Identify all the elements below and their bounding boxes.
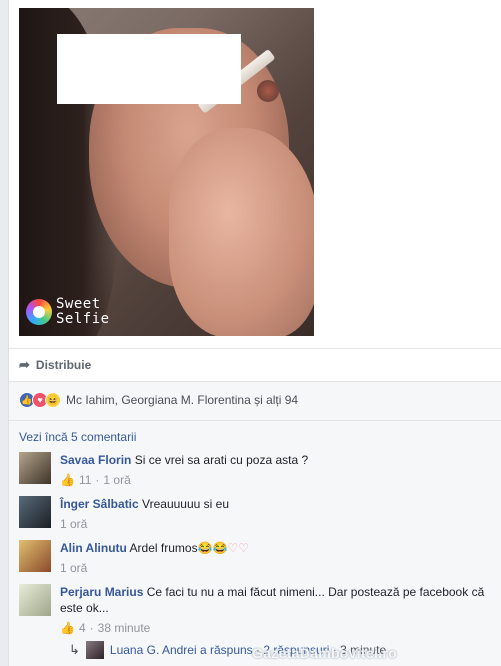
sweet-selfie-logo-icon — [26, 299, 52, 325]
badge-line-2: Selfie — [56, 311, 110, 327]
comment-text: Vreauuuuu si eu — [142, 497, 229, 511]
share-button[interactable]: ➦ Distribuie — [19, 357, 91, 373]
reply-arrow-icon: ↳ — [69, 642, 80, 657]
comment-meta: 1 oră — [60, 516, 493, 532]
comment-meta: 👍 11 · 1 oră — [60, 472, 493, 488]
photo-cigarette-tip — [257, 80, 279, 102]
reply-avatar — [85, 641, 104, 659]
avatar[interactable] — [19, 540, 51, 572]
comment-time[interactable]: 38 minute — [98, 620, 151, 636]
post-photo[interactable]: Sweet Selfie — [19, 8, 314, 336]
comment: Alin Alinutu Ardel frumos😂😂♡♡ 1 oră — [19, 540, 493, 576]
comment-meta: 👍 4 · 38 minute — [60, 620, 493, 636]
share-arrow-icon: ➦ — [19, 357, 30, 372]
like-thumb-icon: 👍 — [60, 621, 75, 635]
reply-author[interactable]: Luana G. Andrei a răspuns — [110, 643, 253, 657]
censor-box — [57, 34, 241, 104]
reactions-summary[interactable]: 👍 ♥ 😆 Mc Iahim, Georgiana M. Florentina … — [19, 392, 298, 408]
post-card: Sweet Selfie ➦ Distribuie 👍 ♥ 😆 Mc Iahim… — [8, 0, 501, 666]
avatar[interactable] — [19, 496, 51, 528]
comment-author-link[interactable]: Înger Sâlbatic — [60, 497, 139, 511]
comment-text: Si ce vrei sa arati cu poza asta ? — [134, 453, 309, 467]
avatar[interactable] — [19, 584, 51, 616]
comment-body: Alin Alinutu Ardel frumos😂😂♡♡ 1 oră — [60, 540, 493, 576]
like-count[interactable]: 11 — [79, 472, 91, 488]
comment-meta: 1 oră — [60, 560, 493, 576]
comment-time[interactable]: 1 oră — [103, 472, 130, 488]
meta-separator: · — [89, 621, 94, 635]
comment-body: Înger Sâlbatic Vreauuuuu si eu 1 oră — [60, 496, 493, 532]
comment: Savaa Florin Si ce vrei sa arati cu poza… — [19, 452, 493, 488]
photo-hand — [169, 128, 314, 336]
haha-icon: 😆 — [45, 392, 61, 408]
view-more-comments-link[interactable]: Vezi încă 5 comentarii — [19, 430, 136, 444]
avatar[interactable] — [19, 452, 51, 484]
reactions-text[interactable]: Mc Iahim, Georgiana M. Florentina și alț… — [66, 393, 298, 407]
like-thumb-icon: 👍 — [60, 473, 75, 487]
share-label: Distribuie — [35, 358, 92, 372]
comment-body: Perjaru Marius Ce faci tu nu a mai făcut… — [60, 584, 493, 636]
comment-emoji: 😂😂♡♡ — [197, 541, 249, 555]
site-watermark: GazetaDambovitei.ro — [252, 645, 397, 661]
comment-author-link[interactable]: Perjaru Marius — [60, 585, 143, 599]
badge-line-1: Sweet — [56, 296, 101, 312]
comment-time[interactable]: 1 oră — [60, 560, 87, 576]
meta-separator: · — [95, 473, 100, 487]
sweet-selfie-badge: Sweet Selfie — [26, 297, 110, 327]
divider — [9, 348, 501, 349]
comment: Perjaru Marius Ce faci tu nu a mai făcut… — [19, 584, 493, 636]
comment-text: Ardel frumos — [129, 541, 198, 555]
sweet-selfie-label: Sweet Selfie — [56, 297, 110, 327]
comment-author-link[interactable]: Alin Alinutu — [60, 541, 127, 555]
like-count[interactable]: 4 — [79, 620, 86, 636]
comment-body: Savaa Florin Si ce vrei sa arati cu poza… — [60, 452, 493, 488]
comment: Înger Sâlbatic Vreauuuuu si eu 1 oră — [19, 496, 493, 532]
comment-time[interactable]: 1 oră — [60, 516, 87, 532]
comment-author-link[interactable]: Savaa Florin — [60, 453, 131, 467]
